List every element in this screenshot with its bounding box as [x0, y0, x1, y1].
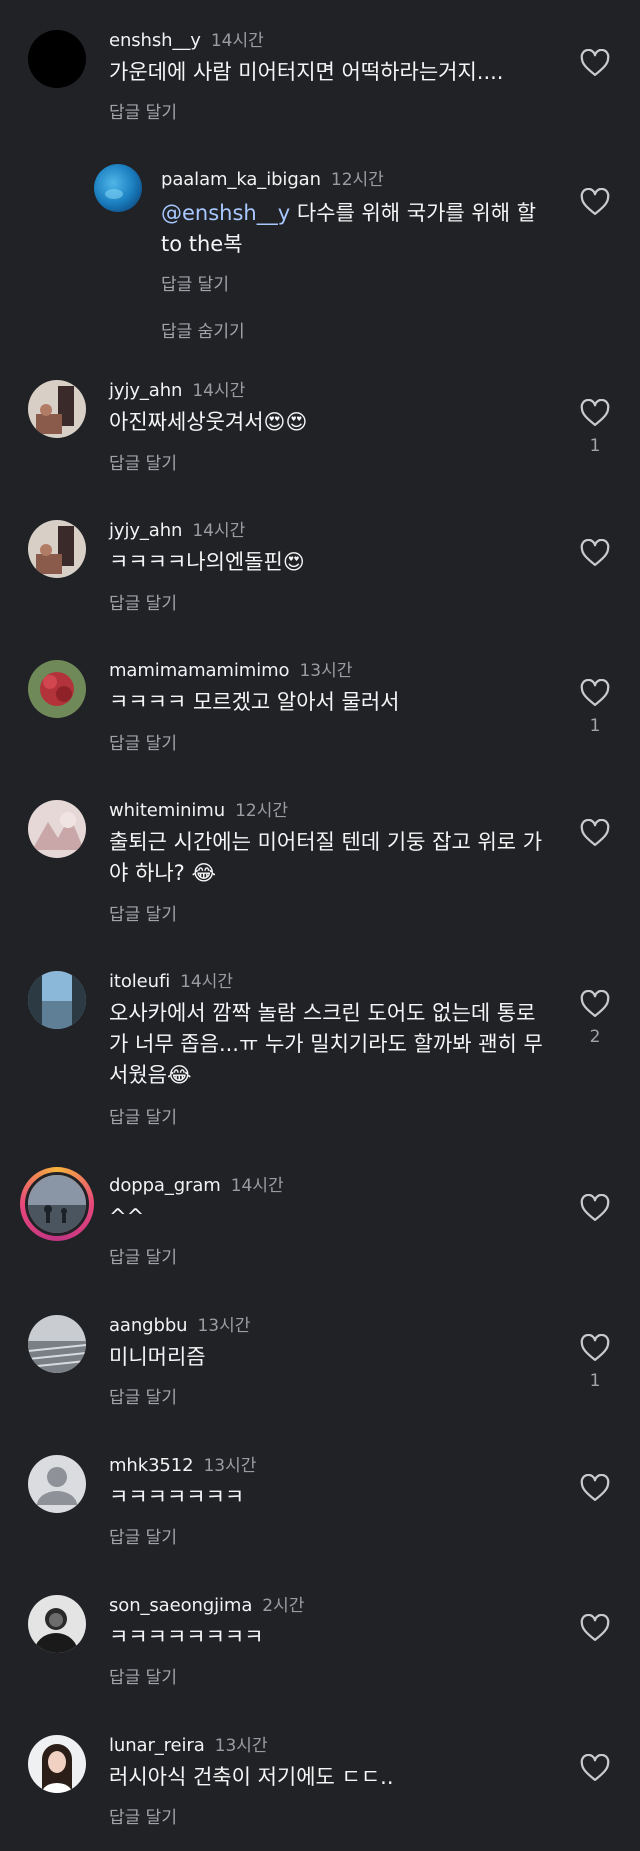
reply-button[interactable]: 답글 달기: [109, 1663, 177, 1688]
avatar[interactable]: [28, 1315, 86, 1373]
timestamp: 14시간: [230, 1176, 284, 1196]
timestamp: 13시간: [203, 1456, 257, 1476]
comment-meta: doppa_gram 14시간: [109, 1171, 284, 1196]
heart-icon[interactable]: [578, 676, 612, 710]
username[interactable]: aangbbu: [109, 1315, 188, 1336]
reply-button[interactable]: 답글 달기: [109, 449, 177, 474]
avatar[interactable]: [28, 800, 86, 858]
comment-text: ㅋㅋㅋㅋ나의엔돌핀😍: [109, 550, 305, 574]
timestamp: 13시간: [197, 1316, 251, 1336]
timestamp: 14시간: [192, 521, 246, 541]
comment-text: 출퇴근 시간에는 미어터질 텐데 기둥 잡고 위로 가야 하나? 😂: [109, 830, 543, 885]
heart-icon[interactable]: [578, 185, 612, 219]
timestamp: 12시간: [330, 170, 384, 190]
comment-text: ㅋㅋㅋㅋㅋㅋㅋ: [109, 1485, 245, 1509]
comment-text: 러시아식 건축이 저기에도 ㄷㄷ..: [109, 1765, 394, 1789]
reply-button[interactable]: 답글 달기: [109, 98, 177, 123]
username[interactable]: doppa_gram: [109, 1175, 221, 1196]
comment-meta: son_saeongjima 2시간: [109, 1591, 304, 1616]
heart-icon[interactable]: [578, 1471, 612, 1505]
hide-replies-button[interactable]: 답글 숨기기: [161, 317, 245, 342]
comment-text: 가운데에 사람 미어터지면 어떡하라는거지....: [109, 60, 504, 84]
comment-text: ^^: [109, 1205, 145, 1229]
timestamp: 14시간: [180, 972, 234, 992]
reply-button[interactable]: 답글 달기: [109, 1803, 177, 1828]
heart-icon[interactable]: [578, 816, 612, 850]
comment-text: 미니머리즘: [109, 1345, 206, 1369]
reply-button[interactable]: 답글 달기: [109, 589, 177, 614]
comment-meta: aangbbu 13시간: [109, 1311, 250, 1336]
username[interactable]: lunar_reira: [109, 1735, 205, 1756]
like-count: 1: [589, 716, 601, 736]
avatar[interactable]: [28, 1455, 86, 1513]
comment-text: ㅋㅋㅋㅋ 모르겠고 알아서 물러서: [109, 690, 400, 714]
avatar[interactable]: [28, 380, 86, 438]
comment-meta: whiteminimu 12시간: [109, 796, 288, 821]
comment-meta: lunar_reira 13시간: [109, 1731, 268, 1756]
like-count: 2: [589, 1027, 601, 1047]
username[interactable]: mamimamamimimo: [109, 660, 290, 681]
like-count: 1: [589, 436, 601, 456]
timestamp: 14시간: [210, 31, 264, 51]
username[interactable]: itoleufi: [109, 971, 170, 992]
avatar[interactable]: [94, 164, 142, 212]
comment-meta: mhk3512 13시간: [109, 1451, 256, 1476]
heart-icon[interactable]: [578, 987, 612, 1021]
heart-icon[interactable]: [578, 46, 612, 80]
heart-icon[interactable]: [578, 536, 612, 570]
username[interactable]: jyjy_ahn: [109, 520, 182, 541]
username[interactable]: son_saeongjima: [109, 1595, 252, 1616]
reply-button[interactable]: 답글 달기: [109, 729, 177, 754]
avatar[interactable]: [28, 971, 86, 1029]
avatar[interactable]: [28, 520, 86, 578]
timestamp: 12시간: [235, 801, 288, 821]
username[interactable]: paalam_ka_ibigan: [161, 169, 321, 190]
heart-icon[interactable]: [578, 1331, 612, 1365]
heart-icon[interactable]: [578, 1191, 612, 1225]
heart-icon[interactable]: [578, 396, 612, 430]
comment-meta: itoleufi 14시간: [109, 967, 233, 992]
comment-meta: jyjy_ahn 14시간: [109, 376, 245, 401]
avatar[interactable]: [28, 30, 86, 88]
username[interactable]: whiteminimu: [109, 800, 225, 821]
comment-meta: enshsh__y 14시간: [109, 26, 264, 51]
comment-meta: paalam_ka_ibigan 12시간: [161, 165, 384, 190]
mention-link[interactable]: @enshsh__y: [161, 201, 290, 225]
avatar[interactable]: [28, 1595, 86, 1653]
reply-button[interactable]: 답글 달기: [109, 900, 177, 925]
reply-button[interactable]: 답글 달기: [161, 270, 229, 295]
comment-text: @enshsh__y 다수를 위해 국가를 위해 할to the복: [161, 198, 551, 260]
timestamp: 2시간: [262, 1596, 305, 1616]
story-ring[interactable]: [20, 1167, 94, 1241]
avatar[interactable]: [25, 1172, 89, 1236]
like-count: 1: [589, 1371, 601, 1391]
comment-meta: jyjy_ahn 14시간: [109, 516, 245, 541]
username[interactable]: jyjy_ahn: [109, 380, 182, 401]
username[interactable]: mhk3512: [109, 1455, 194, 1476]
reply-button[interactable]: 답글 달기: [109, 1103, 177, 1128]
avatar[interactable]: [28, 1735, 86, 1793]
heart-icon[interactable]: [578, 1751, 612, 1785]
timestamp: 14시간: [192, 381, 246, 401]
reply-button[interactable]: 답글 달기: [109, 1383, 177, 1408]
avatar[interactable]: [28, 660, 86, 718]
heart-icon[interactable]: [578, 1611, 612, 1645]
comment-meta: mamimamamimimo 13시간: [109, 656, 352, 681]
username[interactable]: enshsh__y: [109, 30, 201, 51]
timestamp: 13시간: [214, 1736, 268, 1756]
timestamp: 13시간: [299, 661, 353, 681]
comment-text: 오사카에서 깜짝 놀람 스크린 도어도 없는데 통로가 너무 좁음...ㅠ 누가…: [109, 1001, 543, 1087]
comment-text: ㅋㅋㅋㅋㅋㅋㅋㅋ: [109, 1625, 264, 1649]
reply-button[interactable]: 답글 달기: [109, 1523, 177, 1548]
comment-text: 아진짜세상웃겨서😍😍: [109, 410, 308, 434]
reply-button[interactable]: 답글 달기: [109, 1243, 177, 1268]
